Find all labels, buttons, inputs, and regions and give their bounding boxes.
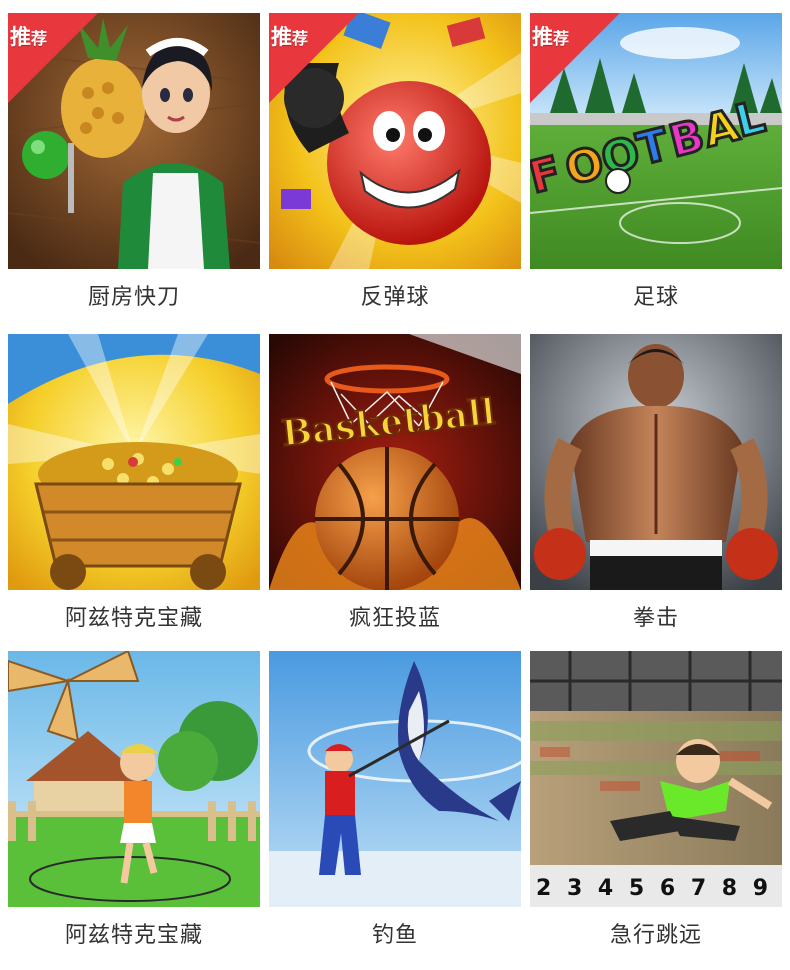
game-title[interactable]: 钓鱼: [269, 917, 521, 949]
game-grid: 推荐 厨房快刀 推荐 反弹球 F O O T B A L 推荐 足球 阿兹特克宝…: [0, 0, 790, 970]
game-title[interactable]: 阿兹特克宝藏: [8, 600, 260, 632]
game-title[interactable]: 阿兹特克宝藏: [8, 917, 260, 949]
game-title[interactable]: 拳击: [530, 600, 782, 632]
game-title[interactable]: 疯狂投蓝: [269, 600, 521, 632]
game-thumbnail[interactable]: [8, 651, 260, 907]
recommended-badge: 推荐: [269, 13, 365, 109]
game-thumbnail[interactable]: 2 3 4 5 6 7 8 9: [530, 651, 782, 907]
game-thumbnail[interactable]: 推荐: [269, 13, 521, 269]
game-thumbnail[interactable]: 推荐: [8, 13, 260, 269]
recommended-badge: 推荐: [530, 13, 626, 109]
game-title[interactable]: 厨房快刀: [8, 279, 260, 311]
game-thumbnail[interactable]: Basketball: [269, 334, 521, 590]
game-thumbnail[interactable]: F O O T B A L 推荐: [530, 13, 782, 269]
game-title[interactable]: 急行跳远: [530, 917, 782, 949]
game-thumbnail[interactable]: [269, 651, 521, 907]
game-title[interactable]: 反弹球: [269, 279, 521, 311]
game-thumbnail[interactable]: [530, 334, 782, 590]
track-numbers: 2 3 4 5 6 7 8 9: [536, 876, 772, 901]
game-thumbnail[interactable]: [8, 334, 260, 590]
game-title[interactable]: 足球: [530, 279, 782, 311]
recommended-badge: 推荐: [8, 13, 104, 109]
